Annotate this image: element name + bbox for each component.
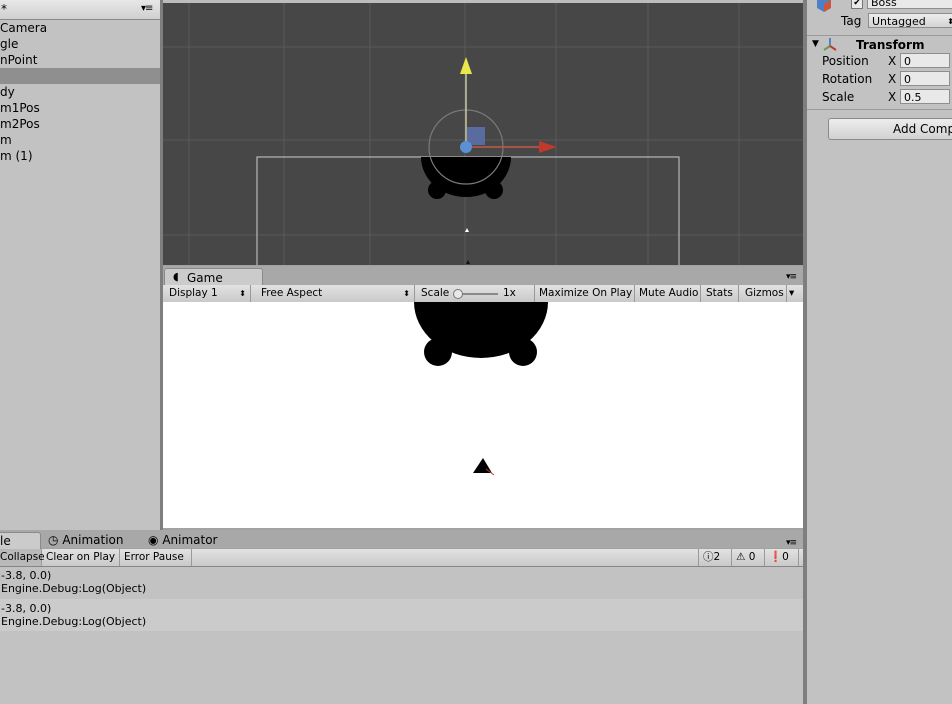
tag-label: Tag	[841, 14, 862, 28]
console-log-list: -3.8, 0.0) Engine.Debug:Log(Object) -3.8…	[0, 567, 803, 704]
scale-label: Scale	[822, 90, 855, 104]
hierarchy-header: * ▾≡	[0, 0, 160, 20]
boss-sprite	[421, 157, 511, 199]
gizmo-x-arrow-icon	[539, 141, 557, 153]
hierarchy-panel: * ▾≡ Camera gle nPoint dy m1Pos m2Pos m m (1)	[0, 0, 160, 530]
position-label: Position	[822, 54, 869, 68]
scale-label: Scale	[421, 287, 450, 299]
tag-dropdown[interactable]: Untagged ⬍	[868, 13, 952, 28]
game-toolbar: Display 1 ⬍ Free Aspect ⬍ Scale 1x Maxim…	[163, 285, 803, 303]
game-view[interactable]	[163, 302, 803, 528]
rotation-x-label: X	[888, 72, 897, 86]
active-checkbox[interactable]: ✔	[851, 0, 863, 9]
position-x-field[interactable]: 0	[900, 53, 950, 68]
rotation-label: Rotation	[822, 72, 873, 86]
player-marker	[465, 228, 469, 232]
component-title: Transform	[856, 38, 925, 52]
rotation-x-field[interactable]: 0	[900, 71, 950, 86]
eye-icon: ◉	[148, 533, 159, 547]
console-toolbar: Collapse Clear on Play Error Pause ⓘ2 ⚠ …	[0, 549, 803, 567]
console-tab-bar: le ◷ Animation ◉ Animator ▾≡	[0, 530, 803, 549]
scale-x-field[interactable]: 0.5	[900, 89, 950, 104]
aspect-label: Free Aspect	[261, 287, 323, 299]
hierarchy-scene-title[interactable]: *	[1, 2, 7, 16]
tab-animation-label: Animation	[62, 533, 124, 547]
hierarchy-item[interactable]: Camera	[0, 20, 160, 36]
divider	[807, 35, 952, 36]
hierarchy-item[interactable]: m1Pos	[0, 100, 160, 116]
scene-view[interactable]	[163, 0, 803, 265]
error-icon: ❗	[769, 551, 783, 563]
log-message: -3.8, 0.0)	[1, 602, 52, 615]
inspector-panel: ✔ Boss Tag Untagged ⬍ ▼ Transform Positi…	[807, 0, 952, 704]
hierarchy-item[interactable]: m2Pos	[0, 116, 160, 132]
log-entry[interactable]: -3.8, 0.0) Engine.Debug:Log(Object)	[0, 599, 803, 631]
maximize-on-play-toggle[interactable]: Maximize On Play	[535, 285, 635, 302]
display-label: Display 1	[169, 287, 218, 299]
error-count: 0	[782, 551, 789, 563]
chevron-updown-icon: ⬍	[239, 289, 246, 298]
tab-animator[interactable]: ◉ Animator	[148, 532, 217, 548]
tag-value: Untagged	[872, 15, 926, 28]
aspect-dropdown[interactable]: Free Aspect ⬍	[255, 285, 415, 302]
error-filter-toggle[interactable]: ❗0	[765, 549, 799, 566]
info-icon: ⓘ	[703, 551, 714, 563]
tab-game-label: Game	[187, 271, 223, 285]
gizmo-center-handle	[460, 141, 472, 153]
log-filter-toggle[interactable]: ⓘ2	[698, 549, 732, 566]
tab-console-label: le	[0, 534, 11, 548]
scene-marker	[466, 260, 470, 264]
hierarchy-item[interactable]: dy	[0, 84, 160, 100]
log-message: -3.8, 0.0)	[1, 569, 52, 582]
tab-console[interactable]: le	[0, 532, 41, 549]
log-entry[interactable]: -3.8, 0.0) Engine.Debug:Log(Object)	[0, 569, 803, 601]
chevron-updown-icon: ⬍	[947, 17, 952, 26]
log-count: 2	[713, 551, 721, 563]
gizmos-dropdown-icon[interactable]: ▾	[787, 285, 799, 302]
error-pause-toggle[interactable]: Error Pause	[120, 549, 192, 566]
hierarchy-item[interactable]: m	[0, 132, 160, 148]
tab-animator-label: Animator	[162, 533, 218, 547]
pacman-icon: ◖	[173, 270, 179, 283]
log-stacktrace: Engine.Debug:Log(Object)	[1, 582, 147, 595]
scene-canvas[interactable]	[163, 0, 803, 265]
gizmos-toggle[interactable]: Gizmos	[739, 285, 787, 302]
object-name-field[interactable]: Boss	[867, 0, 952, 9]
log-stacktrace: Engine.Debug:Log(Object)	[1, 615, 147, 628]
scale-control: Scale 1x	[415, 285, 535, 302]
foldout-arrow-icon[interactable]: ▼	[812, 39, 819, 49]
warning-icon: ⚠	[736, 551, 746, 563]
hierarchy-item[interactable]: gle	[0, 36, 160, 52]
gameobject-cube-icon	[814, 0, 832, 12]
warning-filter-toggle[interactable]: ⚠ 0	[732, 549, 765, 566]
divider	[807, 109, 952, 110]
hierarchy-item[interactable]: m (1)	[0, 148, 160, 164]
clear-on-play-toggle[interactable]: Clear on Play	[42, 549, 120, 566]
tab-game[interactable]: ◖ Game	[164, 268, 263, 286]
scale-x-label: X	[888, 90, 897, 104]
collapse-toggle[interactable]: Collapse	[0, 549, 45, 566]
boss-sprite	[414, 302, 548, 366]
scene-toolbar-edge	[163, 0, 803, 3]
menu-icon[interactable]: ▾≡	[141, 3, 153, 14]
stats-toggle[interactable]: Stats	[701, 285, 739, 302]
scale-value: 1x	[503, 287, 516, 299]
hierarchy-item[interactable]	[0, 68, 160, 84]
clock-icon: ◷	[48, 533, 59, 547]
tab-animation[interactable]: ◷ Animation	[48, 532, 124, 548]
panel-menu-icon[interactable]: ▾≡	[786, 272, 797, 282]
scale-slider-thumb[interactable]	[453, 289, 463, 299]
game-tab-bar: ◖ Game ▾≡	[163, 266, 803, 286]
display-dropdown[interactable]: Display 1 ⬍	[163, 285, 251, 302]
position-x-label: X	[888, 54, 897, 68]
add-component-button[interactable]: Add Comp	[828, 118, 952, 140]
chevron-updown-icon: ⬍	[403, 289, 410, 298]
transform-icon	[823, 37, 837, 54]
warning-count: 0	[748, 551, 756, 563]
mute-audio-toggle[interactable]: Mute Audio	[635, 285, 701, 302]
game-canvas	[414, 302, 548, 476]
hierarchy-item[interactable]: nPoint	[0, 52, 160, 68]
gizmo-y-arrow-icon	[460, 57, 472, 74]
